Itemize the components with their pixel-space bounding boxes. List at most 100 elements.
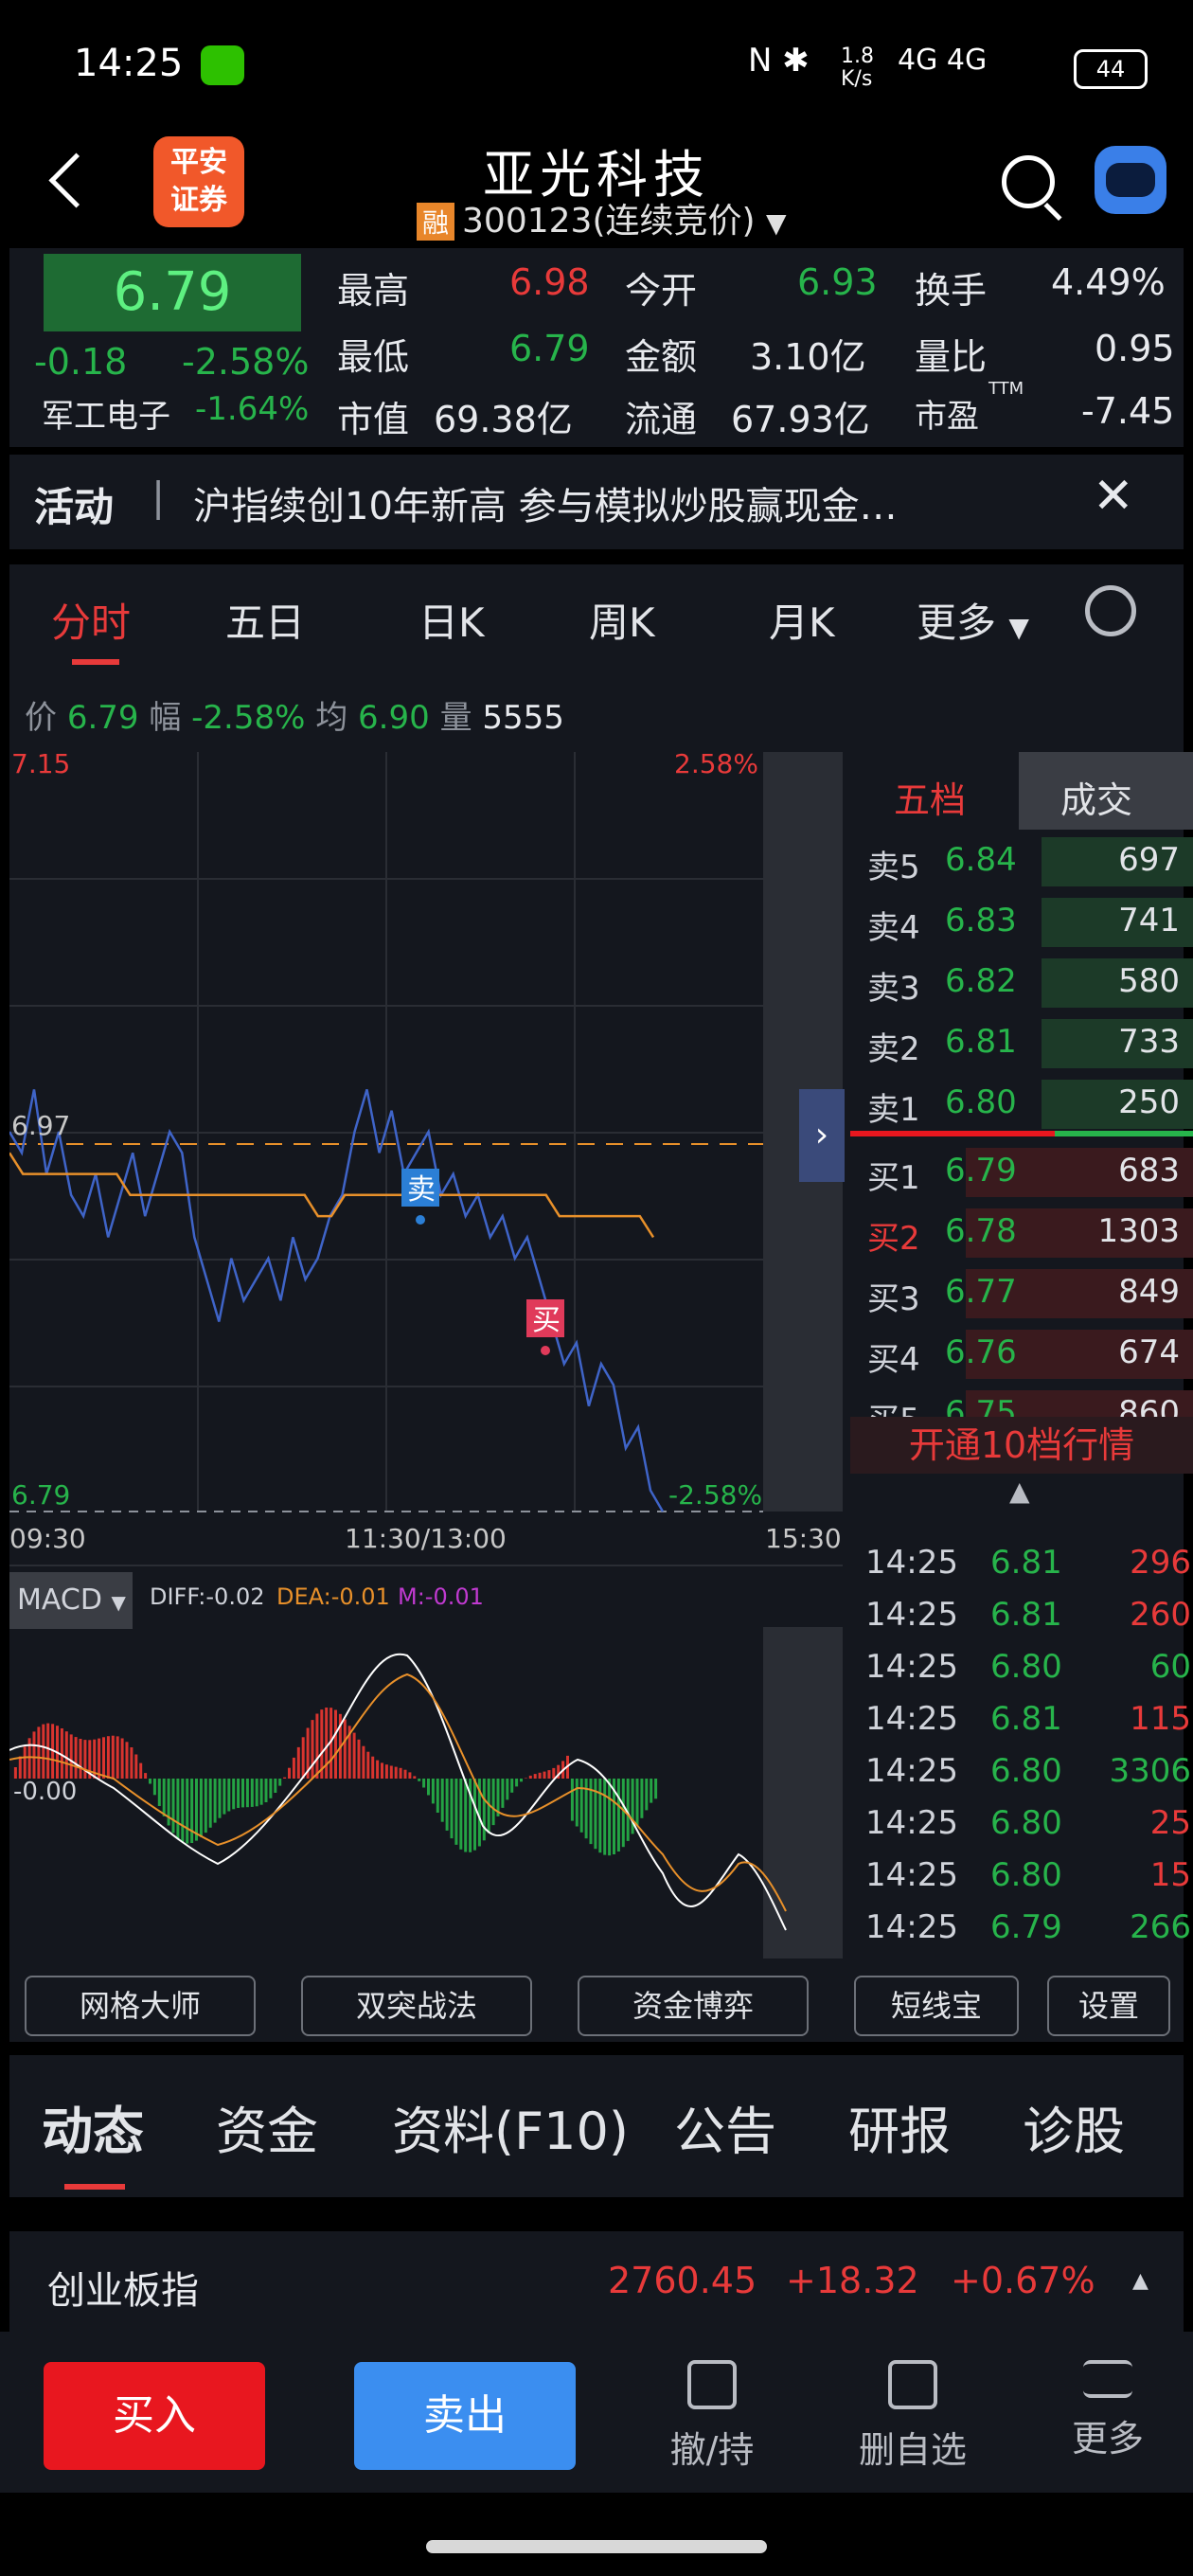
tab-f10[interactable]: 资料(F10) [392,2089,629,2164]
back-icon[interactable] [48,152,104,208]
depth-volume: 697 [1118,841,1180,879]
depth-label: 卖2 [867,1030,920,1068]
cancel-hold-button[interactable]: 撤/持 [646,2354,778,2473]
tab-research[interactable]: 研报 [848,2089,951,2164]
expand-panel-arrow-icon[interactable]: › [799,1089,845,1182]
y-max-pct-label: 2.58% [674,752,758,779]
short-term-button[interactable]: 短线宝 [854,1976,1019,2036]
tab-announcements[interactable]: 公告 [674,2089,776,2164]
trade-volume: 60 [1149,1648,1191,1686]
macd-bar [296,1746,300,1779]
macd-bar [445,1779,449,1831]
macd-bar [79,1739,82,1779]
remove-favorite-button[interactable]: 删自选 [846,2354,979,2473]
depth-volume: 580 [1118,962,1180,1000]
y-ref-label: 6.97 [11,1110,70,1141]
sell-marker[interactable]: 卖 [401,1169,439,1225]
float-value: 67.93亿 [731,399,870,440]
trade-row: 14:25 6.80 25 [865,1804,1191,1852]
macd-bar [120,1738,124,1779]
bid-row[interactable]: 买4 6.76 674 [850,1326,1193,1379]
trade-time: 14:25 [865,1596,958,1634]
battery-icon: 44 [1074,49,1148,89]
double-breakout-button[interactable]: 双突战法 [301,1976,532,2036]
tab-monthly-k[interactable]: 月K [769,591,835,649]
ask-row[interactable]: 卖3 6.82 580 [850,955,1193,1008]
chevron-up-icon[interactable]: ▲ [1132,2269,1148,2293]
depth-label: 买1 [867,1159,920,1197]
trade-volume: 25 [1149,1804,1191,1842]
macd-bar [579,1779,583,1833]
ask-row[interactable]: 卖4 6.83 741 [850,894,1193,947]
sell-button[interactable]: 卖出 [354,2362,576,2470]
depth-price: 6.83 [945,902,1017,939]
macd-bar [106,1736,110,1779]
macd-bar [32,1731,36,1779]
bid-row[interactable]: 买2 6.78 1303 [850,1205,1193,1258]
info-avg: 6.90 [358,699,430,737]
tab-five-levels[interactable]: 五档 [894,771,966,823]
remove-favorite-label: 删自选 [858,2429,967,2471]
trade-row: 14:25 6.80 3306 [865,1752,1191,1799]
tab-intraday[interactable]: 分时 [51,591,131,649]
info-vol-label: 量 [439,699,472,737]
settings-gear-icon[interactable] [1085,585,1136,636]
ask-bid-ratio-bar-green [1055,1131,1193,1136]
bid-row[interactable]: 买1 6.79 683 [850,1144,1193,1197]
fund-game-button[interactable]: 资金博弈 [578,1976,809,2036]
ask-row[interactable]: 卖2 6.81 733 [850,1015,1193,1068]
macd-selector[interactable]: MACD ▼ [9,1572,133,1629]
mktcap-value: 69.38亿 [434,399,573,440]
sector-name[interactable]: 军工电子 [42,390,170,437]
ask-row[interactable]: 卖5 6.84 697 [850,833,1193,886]
search-icon[interactable] [1002,155,1055,208]
trade-price: 6.80 [990,1648,1062,1686]
macd-bar [223,1779,226,1815]
activity-banner[interactable]: 活动 | 沪指续创10年新高 参与模拟炒股赢现金… ✕ [9,455,1184,549]
assistant-robot-icon[interactable] [1095,146,1166,214]
close-icon[interactable]: ✕ [1093,468,1134,525]
tab-trades[interactable]: 成交 [1060,771,1132,823]
macd-divider [9,1565,843,1566]
home-indicator[interactable] [426,2540,767,2553]
bid-row[interactable]: 买3 6.77 849 [850,1265,1193,1318]
macd-label: MACD [17,1583,102,1617]
tab-daily-k[interactable]: 日K [418,591,485,649]
x-label-midday: 11:30/13:00 [345,1523,507,1554]
macd-bar [533,1774,537,1779]
intraday-chart[interactable]: 7.15 2.58% 6.97 6.79 -2.58% 09:30 11:30/… [9,752,843,1566]
macd-bar [603,1779,607,1855]
high-label: 最高 [337,270,410,312]
macd-bar [199,1779,203,1837]
macd-bar [157,1779,161,1806]
tools-settings-button[interactable]: 设置 [1047,1976,1170,2036]
depth-label: 买4 [867,1341,920,1379]
index-ticker[interactable]: 创业板指 2760.45 +18.32 +0.67% ▲ [9,2231,1184,2332]
grid-master-button[interactable]: 网格大师 [25,1976,256,2036]
tab-news[interactable]: 动态 [42,2089,144,2164]
macd-bar [64,1731,68,1779]
depth-label: 卖5 [867,849,920,886]
tab-funds[interactable]: 资金 [216,2089,318,2164]
trade-price: 6.81 [990,1596,1062,1634]
chart-section: 分时 五日 日K 周K 月K 更多 ▼ 价 6.79 幅 -2.58% 均 6.… [9,564,1193,2042]
macd-bar [190,1779,194,1843]
macd-bar [278,1779,282,1786]
depth-label: 买3 [867,1280,920,1318]
more-button[interactable]: 更多 [1042,2354,1174,2461]
macd-chart[interactable]: -0.00 [9,1627,843,1959]
macd-bar [506,1779,509,1800]
chevron-up-icon[interactable]: ▲ [1009,1476,1030,1507]
tab-diagnosis[interactable]: 诊股 [1023,2089,1125,2164]
tab-five-day[interactable]: 五日 [225,591,305,649]
info-tabs: 动态 资金 资料(F10) 公告 研报 诊股 [9,2055,1184,2197]
ask-row[interactable]: 卖1 6.80 250 [850,1076,1193,1129]
buy-button[interactable]: 买入 [44,2362,265,2470]
tab-weekly-k[interactable]: 周K [589,591,655,649]
stock-code[interactable]: 融 300123(连续竞价) ▼ [417,193,787,242]
tab-more[interactable]: 更多 ▼ [917,591,1029,649]
upgrade-10-levels[interactable]: 开通10档行情 [850,1417,1193,1474]
macd-bar [547,1770,551,1779]
macd-bar [149,1779,151,1784]
y-max-label: 7.15 [11,752,70,779]
